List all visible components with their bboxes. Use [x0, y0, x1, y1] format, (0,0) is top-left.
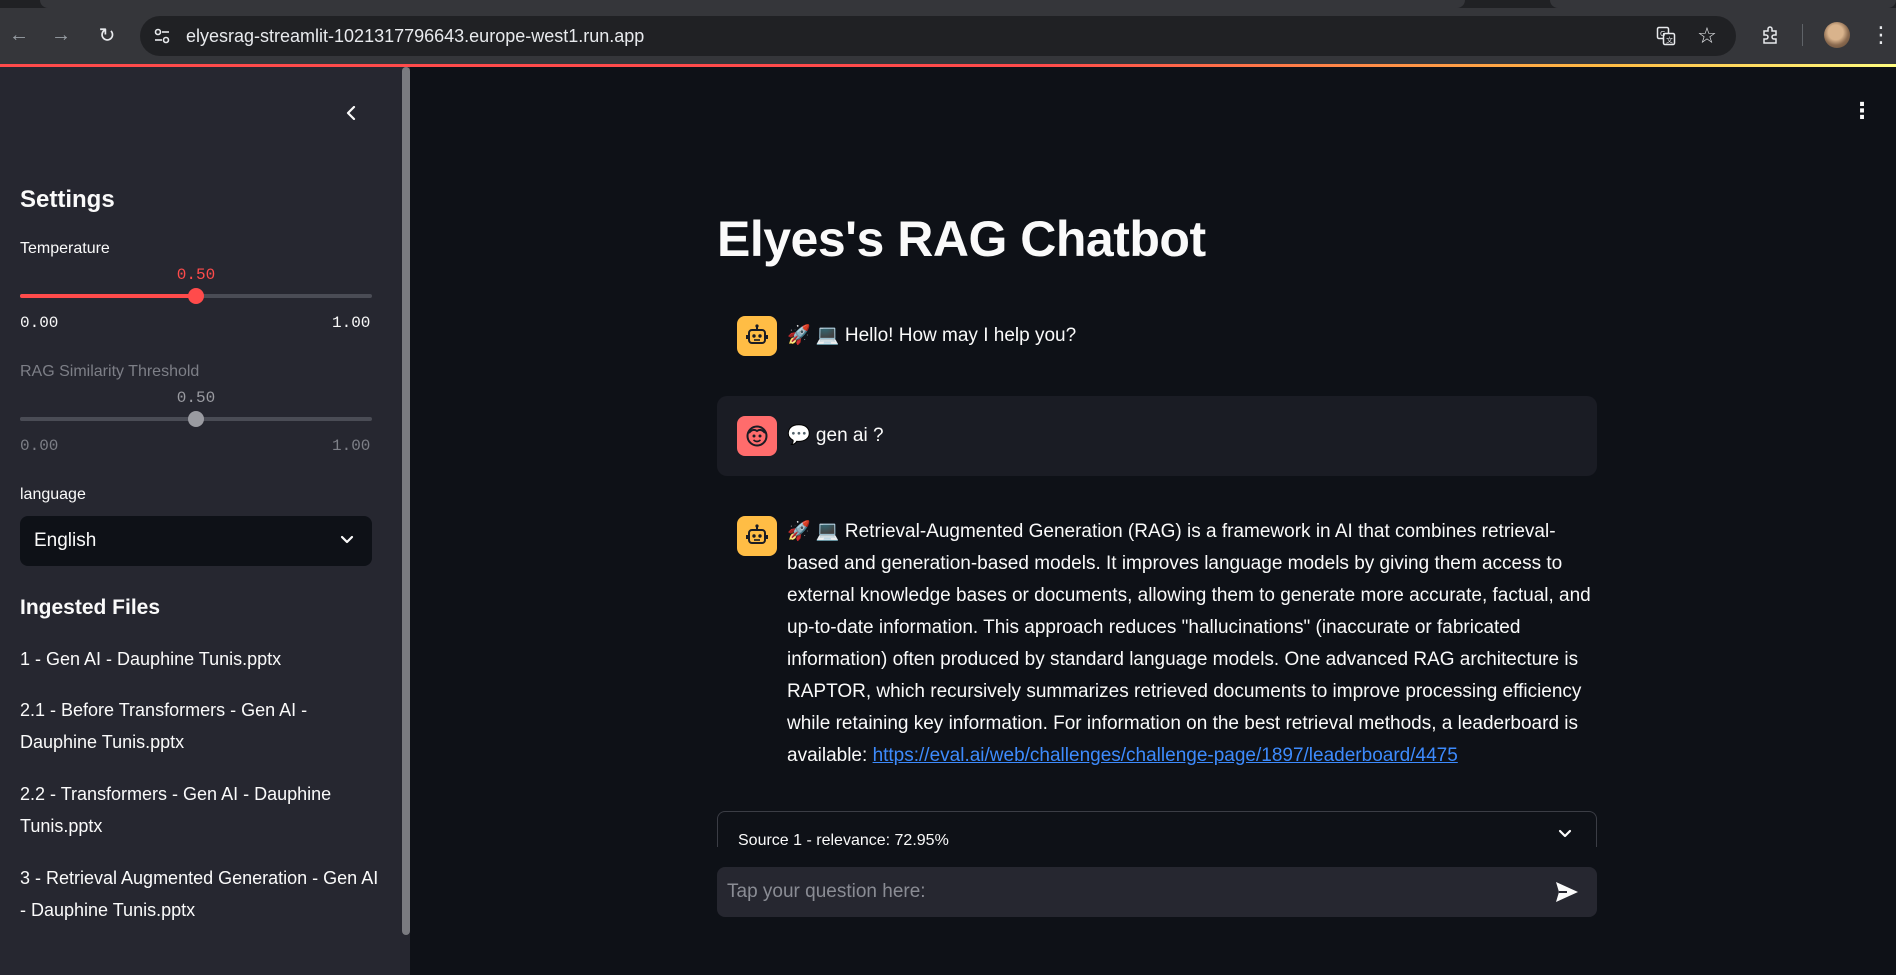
url-text: elyesrag-streamlit-1021317796643.europe-… — [186, 25, 645, 46]
chat-input[interactable] — [717, 867, 1597, 917]
tab-strip — [0, 0, 1896, 8]
source-expander-label: Source 1 - relevance: 72.95% — [738, 832, 949, 847]
user-avatar-icon — [737, 416, 777, 456]
ingested-file-item: 3 - Retrieval Augmented Generation - Gen… — [20, 868, 379, 920]
rag-threshold-slider[interactable] — [20, 411, 372, 427]
svg-text:文: 文 — [1666, 36, 1673, 45]
language-selected-value: English — [34, 530, 97, 551]
star-icon[interactable]: ☆ — [1693, 22, 1721, 50]
browser-menu-icon[interactable]: ⋮ — [1866, 20, 1896, 50]
bot-avatar-icon — [737, 516, 777, 556]
site-info-icon[interactable] — [144, 18, 180, 54]
profile-avatar[interactable] — [1824, 22, 1850, 48]
back-icon[interactable]: ← — [4, 20, 34, 50]
chevron-down-icon — [1558, 826, 1572, 844]
extensions-icon[interactable] — [1756, 20, 1786, 50]
rag-threshold-value: 0.50 — [176, 389, 216, 407]
browser-tab[interactable] — [40, 0, 1465, 8]
forward-icon[interactable]: → — [46, 20, 76, 50]
assistant-message-body: 🚀 💻 Retrieval-Augmented Generation (RAG)… — [787, 516, 1597, 772]
ingested-file-item: 2.2 - Transformers - Gen AI - Dauphine T… — [20, 784, 332, 836]
ingested-file-item: 1 - Gen AI - Dauphine Tunis.pptx — [20, 649, 282, 669]
page-title: Elyes's RAG Chatbot — [717, 211, 1206, 267]
browser-tab[interactable] — [1550, 0, 1896, 8]
rag-threshold-slider-thumb[interactable] — [188, 411, 204, 427]
toolbar-divider — [1802, 24, 1803, 46]
user-message-text: 💬 gen ai ? — [787, 425, 884, 446]
ingested-file-item: 2.1 - Before Transformers - Gen AI - Dau… — [20, 700, 308, 752]
main-menu-icon[interactable]: ⋮ — [1850, 96, 1874, 126]
rag-threshold-min: 0.00 — [20, 437, 59, 455]
rag-threshold-slider-fill — [20, 417, 196, 421]
leaderboard-link[interactable]: https://eval.ai/web/challenges/challenge… — [873, 745, 1458, 766]
temperature-slider[interactable] — [20, 288, 372, 304]
translate-icon[interactable]: G文 — [1652, 22, 1680, 50]
temperature-value: 0.50 — [176, 266, 216, 284]
source-expander[interactable]: Source 1 - relevance: 72.95% — [717, 811, 1597, 847]
sidebar-scrollbar[interactable] — [402, 67, 410, 935]
temperature-slider-thumb[interactable] — [188, 288, 204, 304]
temperature-max: 1.00 — [332, 314, 371, 332]
settings-title: Settings — [20, 186, 115, 213]
svg-text:G: G — [1660, 30, 1665, 38]
chevron-down-icon — [340, 532, 354, 550]
collapse-sidebar-icon[interactable] — [336, 98, 366, 128]
assistant-message-text: 🚀 💻 Retrieval-Augmented Generation (RAG)… — [787, 521, 1591, 766]
language-select[interactable]: English — [20, 516, 372, 566]
temperature-slider-fill — [20, 294, 196, 298]
bot-avatar-icon — [737, 316, 777, 356]
ingested-files-title: Ingested Files — [20, 596, 161, 619]
temperature-min: 0.00 — [20, 314, 59, 332]
language-label: language — [20, 486, 86, 503]
rag-threshold-max: 1.00 — [332, 437, 371, 455]
assistant-message-text: 🚀 💻 Hello! How may I help you? — [787, 325, 1077, 346]
send-icon[interactable] — [1552, 877, 1582, 907]
rag-threshold-label: RAG Similarity Threshold — [20, 363, 200, 380]
temperature-label: Temperature — [20, 240, 110, 257]
reload-icon[interactable]: ↻ — [92, 20, 122, 50]
address-bar[interactable]: elyesrag-streamlit-1021317796643.europe-… — [140, 16, 1736, 56]
